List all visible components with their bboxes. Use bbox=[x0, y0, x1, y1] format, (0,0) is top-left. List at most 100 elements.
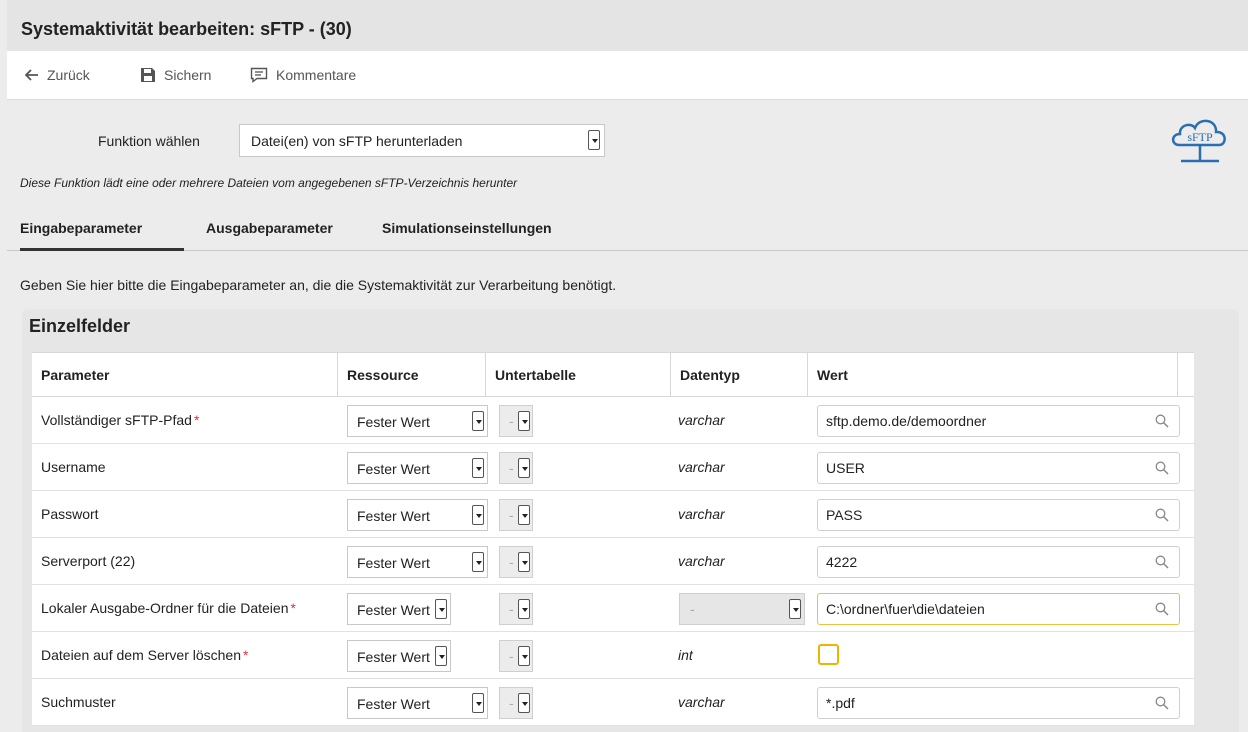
save-button[interactable]: Sichern bbox=[140, 67, 211, 83]
logo-text: sFTP bbox=[1187, 130, 1213, 144]
subtable-value: - bbox=[509, 695, 514, 711]
chevron-down-icon bbox=[472, 411, 484, 431]
subtable-select[interactable]: - bbox=[499, 593, 533, 625]
param-name: Lokaler Ausgabe-Ordner für die Dateien * bbox=[41, 600, 296, 616]
value-input[interactable]: 4222 bbox=[817, 546, 1180, 578]
save-label: Sichern bbox=[164, 67, 212, 83]
arrow-left-icon bbox=[25, 69, 39, 81]
intro-text: Geben Sie hier bitte die Eingabeparamete… bbox=[20, 277, 617, 293]
search-icon[interactable] bbox=[1155, 461, 1169, 478]
required-marker: * bbox=[193, 412, 200, 428]
datatype-value: - bbox=[690, 601, 695, 617]
resource-value: Fester Wert bbox=[357, 696, 430, 712]
value-input[interactable]: C:\ordner\fuer\die\dateien bbox=[817, 593, 1180, 625]
value-input[interactable]: USER bbox=[817, 452, 1180, 484]
chevron-down-icon bbox=[435, 646, 447, 666]
back-label: Zurück bbox=[47, 67, 90, 83]
chevron-down-icon bbox=[472, 458, 484, 478]
subtable-value: - bbox=[509, 601, 514, 617]
datatype: varchar bbox=[678, 694, 725, 710]
subtable-value: - bbox=[509, 554, 514, 570]
chevron-down-icon bbox=[518, 411, 530, 431]
resource-value: Fester Wert bbox=[357, 508, 430, 524]
search-icon[interactable] bbox=[1155, 555, 1169, 572]
search-icon[interactable] bbox=[1155, 414, 1169, 431]
table-row: Lokaler Ausgabe-Ordner für die Dateien * … bbox=[32, 585, 1194, 632]
chevron-down-icon bbox=[518, 552, 530, 572]
datatype: varchar bbox=[678, 553, 725, 569]
tab-bar: Eingabeparameter Ausgabeparameter Simula… bbox=[7, 214, 1248, 251]
resource-select[interactable]: Fester Wert bbox=[347, 452, 488, 484]
value-text: 4222 bbox=[826, 554, 858, 570]
search-icon[interactable] bbox=[1155, 696, 1169, 713]
value-text: USER bbox=[826, 460, 865, 476]
tab-simulationseinstellungen[interactable]: Simulationseinstellungen bbox=[382, 220, 552, 251]
table-row: Dateien auf dem Server löschen * Fester W… bbox=[32, 632, 1194, 679]
datatype-select[interactable]: - bbox=[679, 593, 805, 625]
subtable-value: - bbox=[509, 413, 514, 429]
value-input[interactable]: sftp.demo.de/demoordner bbox=[817, 405, 1180, 437]
subtable-select[interactable]: - bbox=[499, 687, 533, 719]
chevron-down-icon bbox=[518, 693, 530, 713]
comments-button[interactable]: Kommentare bbox=[250, 67, 356, 83]
resource-value: Fester Wert bbox=[357, 461, 430, 477]
value-input[interactable]: *.pdf bbox=[817, 687, 1180, 719]
header-ressource: Ressource bbox=[338, 353, 486, 397]
subtable-select[interactable]: - bbox=[499, 546, 533, 578]
param-name: Suchmuster bbox=[41, 694, 116, 710]
comment-icon bbox=[250, 67, 268, 83]
search-icon[interactable] bbox=[1155, 602, 1169, 619]
table-row: Serverport (22) Fester Wert - varchar 42… bbox=[32, 538, 1194, 585]
function-select[interactable]: Datei(en) von sFTP herunterladen bbox=[239, 124, 605, 157]
subtable-select[interactable]: - bbox=[499, 640, 533, 672]
tab-ausgabeparameter[interactable]: Ausgabeparameter bbox=[206, 220, 333, 251]
page-title: Systemaktivität bearbeiten: sFTP - (30) bbox=[21, 19, 352, 39]
resource-select[interactable]: Fester Wert bbox=[347, 640, 451, 672]
delete-checkbox[interactable] bbox=[818, 644, 839, 665]
chevron-down-icon bbox=[472, 505, 484, 525]
resource-value: Fester Wert bbox=[357, 602, 430, 618]
chevron-down-icon bbox=[518, 646, 530, 666]
datatype: varchar bbox=[678, 412, 725, 428]
resource-select[interactable]: Fester Wert bbox=[347, 593, 451, 625]
resource-value: Fester Wert bbox=[357, 414, 430, 430]
window: Systemaktivität bearbeiten: sFTP - (30) … bbox=[7, 0, 1248, 732]
value-text: *.pdf bbox=[826, 695, 855, 711]
subtable-value: - bbox=[509, 460, 514, 476]
resource-value: Fester Wert bbox=[357, 555, 430, 571]
search-icon[interactable] bbox=[1155, 508, 1169, 525]
datatype: varchar bbox=[678, 459, 725, 475]
title-bar: Systemaktivität bearbeiten: sFTP - (30) bbox=[7, 0, 1248, 51]
value-input[interactable]: PASS bbox=[817, 499, 1180, 531]
param-name: Dateien auf dem Server löschen * bbox=[41, 647, 249, 663]
chevron-down-icon bbox=[588, 130, 600, 150]
subtable-select[interactable]: - bbox=[499, 499, 533, 531]
sftp-cloud-logo: sFTP bbox=[1169, 113, 1231, 168]
chevron-down-icon bbox=[472, 693, 484, 713]
resource-select[interactable]: Fester Wert bbox=[347, 405, 488, 437]
param-name: Vollständiger sFTP-Pfad * bbox=[41, 412, 200, 428]
chevron-down-icon bbox=[518, 458, 530, 478]
panel-title: Einzelfelder bbox=[29, 316, 131, 336]
table-row: Suchmuster Fester Wert - varchar *.pdf bbox=[32, 679, 1194, 726]
subtable-select[interactable]: - bbox=[499, 452, 533, 484]
subtable-select[interactable]: - bbox=[499, 405, 533, 437]
resource-select[interactable]: Fester Wert bbox=[347, 499, 488, 531]
back-button[interactable]: Zurück bbox=[25, 67, 90, 83]
tab-eingabeparameter[interactable]: Eingabeparameter bbox=[20, 220, 184, 251]
function-description: Diese Funktion lädt eine oder mehrere Da… bbox=[20, 176, 518, 190]
param-name: Serverport (22) bbox=[41, 553, 136, 569]
subtable-value: - bbox=[509, 648, 514, 664]
toolbar: Zurück Sichern Kommentare bbox=[7, 51, 1248, 100]
parameter-table: Parameter Ressource Untertabelle Datenty… bbox=[32, 352, 1194, 726]
subtable-value: - bbox=[509, 507, 514, 523]
header-parameter: Parameter bbox=[32, 353, 338, 397]
datatype: varchar bbox=[678, 506, 725, 522]
datatype: int bbox=[678, 647, 693, 663]
chevron-down-icon bbox=[472, 552, 484, 572]
resource-select[interactable]: Fester Wert bbox=[347, 687, 488, 719]
chevron-down-icon bbox=[435, 599, 447, 619]
resource-value: Fester Wert bbox=[357, 649, 430, 665]
resource-select[interactable]: Fester Wert bbox=[347, 546, 488, 578]
value-text: C:\ordner\fuer\die\dateien bbox=[826, 601, 985, 617]
